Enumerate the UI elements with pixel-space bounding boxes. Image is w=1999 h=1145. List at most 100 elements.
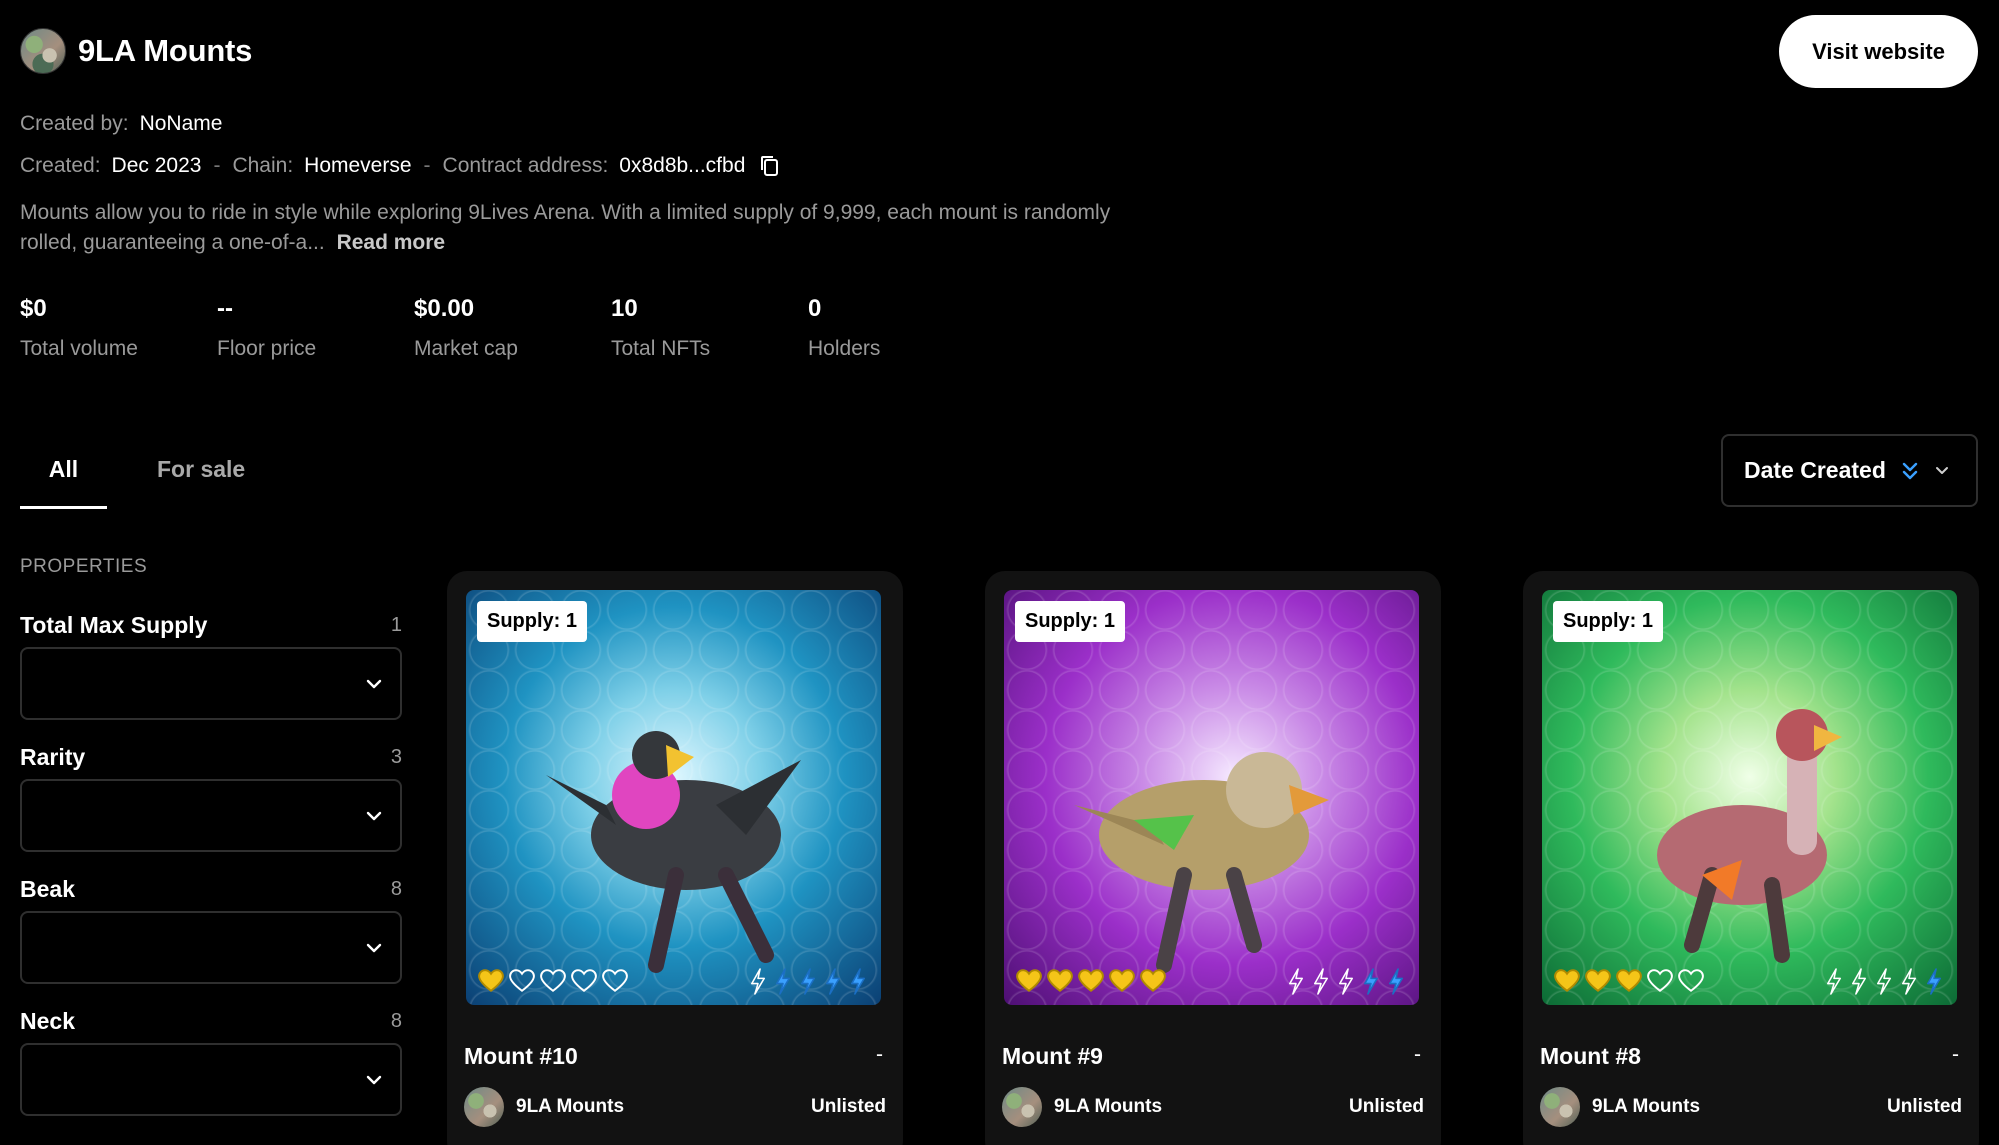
chevron-down-icon [366, 679, 382, 689]
collection-avatar [20, 28, 66, 74]
nft-name: Mount #9 [1002, 1043, 1103, 1069]
heart-filled-icon [1109, 969, 1135, 992]
stat-label: Market cap [414, 337, 518, 360]
mount-creature-image [546, 731, 801, 973]
heart-filled-icon [1585, 969, 1611, 992]
bolt-empty-icon [1313, 968, 1329, 995]
sort-descending-icon[interactable] [1900, 460, 1920, 482]
stat-floor-price: -- Floor price [217, 295, 414, 361]
card-collection-name[interactable]: 9LA Mounts [1592, 1096, 1700, 1118]
property-select[interactable] [20, 1043, 402, 1116]
bolt-empty-icon [1338, 968, 1354, 995]
copy-icon[interactable] [759, 154, 781, 178]
nft-card[interactable]: Supply: 1 Mount #10 - 9LA Mounts Unliste… [447, 571, 903, 1145]
contract-address[interactable]: 0x8d8b...cfbd [619, 154, 745, 178]
nft-image[interactable]: Supply: 1 [466, 590, 881, 1005]
hearts-rating [478, 969, 628, 993]
nft-name: Mount #10 [464, 1043, 578, 1069]
stat-value: 0 [808, 295, 822, 322]
collection-meta-line: Created: Dec 2023 - Chain: Homeverse - C… [20, 154, 781, 178]
stat-total-volume: $0 Total volume [20, 295, 217, 361]
property-select[interactable] [20, 647, 402, 720]
property-select[interactable] [20, 779, 402, 852]
bolt-filled-icon [825, 968, 841, 995]
visit-website-button[interactable]: Visit website [1779, 15, 1978, 88]
bolt-filled-icon [775, 968, 791, 995]
property-name: Beak [20, 875, 75, 902]
collection-avatar [1002, 1087, 1042, 1127]
property-count: 1 [390, 613, 402, 636]
stat-market-cap: $0.00 Market cap [414, 295, 611, 361]
bolts-rating [1825, 968, 1943, 995]
card-collection-name[interactable]: 9LA Mounts [516, 1096, 624, 1118]
property-rarity: Rarity 3 [20, 743, 402, 852]
stat-value: $0 [20, 295, 47, 322]
nft-image[interactable]: Supply: 1 [1542, 590, 1957, 1005]
bolt-empty-icon [1876, 968, 1892, 995]
listing-status: Unlisted [1887, 1096, 1962, 1117]
stat-total-nfts: 10 Total NFTs [611, 295, 808, 361]
bolt-empty-icon [750, 968, 766, 995]
nft-price: - [876, 1043, 883, 1066]
collection-avatar [1540, 1087, 1580, 1127]
bolt-filled-icon [800, 968, 816, 995]
card-footer: 9LA Mounts Unlisted [1540, 1087, 1962, 1127]
heart-filled-icon [1078, 969, 1104, 992]
bolt-empty-icon [1851, 968, 1867, 995]
created-by-label: Created by: [20, 112, 129, 135]
stat-label: Total volume [20, 337, 138, 360]
nft-card[interactable]: Supply: 1 Mount #8 - 9LA Mounts Unlisted [1523, 571, 1979, 1145]
card-footer: 9LA Mounts Unlisted [1002, 1087, 1424, 1127]
stat-value: 10 [611, 295, 638, 322]
creator-name[interactable]: NoName [140, 112, 223, 136]
heart-empty-icon [571, 969, 597, 992]
contract-label: Contract address: [442, 154, 609, 177]
property-count: 8 [390, 1009, 402, 1032]
property-count: 3 [390, 745, 402, 768]
nft-image[interactable]: Supply: 1 [1004, 590, 1419, 1005]
chain-value: Homeverse [304, 154, 412, 177]
heart-filled-icon [1016, 969, 1042, 992]
collection-stats: $0 Total volume -- Floor price $0.00 Mar… [20, 295, 1005, 361]
listing-status: Unlisted [811, 1096, 886, 1117]
heart-filled-icon [1554, 969, 1580, 992]
separator: - [423, 154, 431, 177]
collection-title: 9LA Mounts [78, 33, 253, 68]
description-text: Mounts allow you to ride in style while … [20, 201, 1111, 254]
hearts-rating [1016, 969, 1166, 993]
tab-for-sale[interactable]: For sale [157, 433, 332, 509]
bolt-filled-icon [1926, 968, 1942, 995]
chevron-down-icon [366, 943, 382, 953]
property-beak: Beak 8 [20, 875, 402, 984]
tab-all[interactable]: All [20, 433, 107, 509]
stat-label: Holders [808, 337, 881, 360]
property-name: Neck [20, 1007, 75, 1034]
stat-holders: 0 Holders [808, 295, 1005, 361]
bolts-rating [1287, 968, 1405, 995]
properties-heading: PROPERTIES [20, 556, 148, 577]
heart-empty-icon [509, 969, 535, 992]
nft-name: Mount #8 [1540, 1043, 1641, 1069]
listing-status: Unlisted [1349, 1096, 1424, 1117]
supply-badge: Supply: 1 [477, 601, 588, 642]
property-total-max-supply: Total Max Supply 1 [20, 611, 402, 720]
sort-dropdown[interactable]: Date Created [1721, 434, 1978, 507]
collection-header: 9LA Mounts [20, 28, 252, 74]
separator: - [213, 154, 221, 177]
property-neck: Neck 8 [20, 1007, 402, 1116]
nft-card[interactable]: Supply: 1 Mount #9 - 9LA Mounts Unlisted [985, 571, 1441, 1145]
read-more-link[interactable]: Read more [337, 231, 446, 254]
chevron-down-icon [1935, 466, 1948, 474]
property-select[interactable] [20, 911, 402, 984]
heart-empty-icon [1678, 969, 1704, 992]
nft-price: - [1952, 1043, 1959, 1066]
chevron-down-icon [366, 1075, 382, 1085]
created-date: Dec 2023 [111, 154, 202, 177]
chevron-down-icon [366, 811, 382, 821]
stat-label: Floor price [217, 337, 317, 360]
heart-empty-icon [1647, 969, 1673, 992]
heart-filled-icon [478, 969, 504, 992]
card-collection-name[interactable]: 9LA Mounts [1054, 1096, 1162, 1118]
listing-tabs: All For sale [20, 433, 332, 509]
mount-creature-image [1074, 752, 1329, 973]
